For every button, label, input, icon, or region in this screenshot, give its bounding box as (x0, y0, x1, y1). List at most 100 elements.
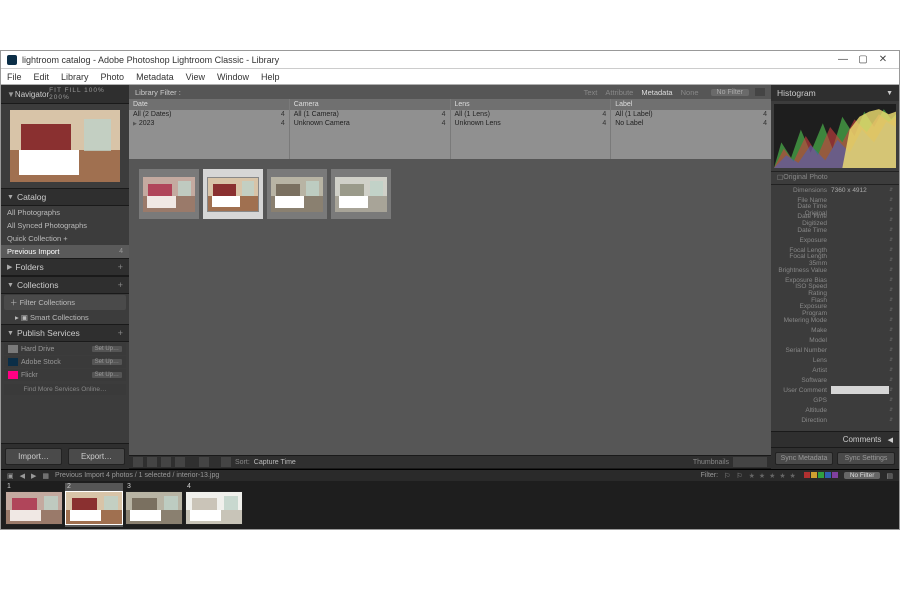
sync-settings-button[interactable]: Sync Settings (837, 452, 895, 465)
collections-filter-input[interactable]: ＋ Filter Collections (4, 295, 126, 310)
metadata-field-row[interactable]: Metering Mode⇵ (771, 315, 899, 325)
navigator-header[interactable]: ▼ Navigator FIT FILL 100% 200% (1, 85, 129, 104)
menu-metadata[interactable]: Metadata (136, 72, 174, 82)
add-publish-icon[interactable]: + (118, 328, 123, 338)
color-label-filter[interactable] (803, 472, 838, 480)
publish-service-item[interactable]: Adobe StockSet Up… (4, 356, 126, 368)
metadata-filter-row[interactable]: All (1 Label)4 (611, 110, 771, 119)
grid-cell[interactable] (267, 169, 327, 219)
menu-window[interactable]: Window (217, 72, 249, 82)
filmstrip-cell[interactable]: 4 (185, 483, 243, 527)
publish-header[interactable]: ▼ Publish Services + (1, 324, 129, 342)
add-collection-icon[interactable]: + (118, 280, 123, 290)
folders-header[interactable]: ▶ Folders + (1, 258, 129, 276)
thumbnail-size-slider[interactable] (733, 457, 767, 467)
metadata-field-row[interactable]: Brightness Value⇵ (771, 265, 899, 275)
metadata-field-row[interactable]: Lens⇵ (771, 355, 899, 365)
filter-tab-attribute[interactable]: Attribute (605, 88, 633, 97)
filmstrip-cell[interactable]: 2 (65, 483, 123, 527)
metadata-field-row[interactable]: Date Time⇵ (771, 225, 899, 235)
metadata-filter-row[interactable]: No Label4 (611, 119, 771, 128)
metadata-column-header[interactable]: Camera (290, 99, 450, 110)
color-label-chip[interactable] (818, 472, 824, 478)
minimize-button[interactable]: — (833, 54, 853, 65)
filter-preset[interactable]: No Filter (711, 89, 749, 96)
compare-view-icon[interactable] (161, 457, 171, 467)
grid-view[interactable] (129, 159, 771, 455)
filter-tab-text[interactable]: Text (584, 88, 598, 97)
color-label-chip[interactable] (832, 472, 838, 478)
color-label-chip[interactable] (804, 472, 810, 478)
metadata-column-header[interactable]: Date (129, 99, 289, 110)
filmstrip-cell[interactable]: 1 (5, 483, 63, 527)
collection-item[interactable]: ▸ ▣ Smart Collections (1, 311, 129, 324)
rating-filter[interactable]: ★ ★ ★ ★ ★ (749, 472, 797, 480)
filter-tab-metadata[interactable]: Metadata (641, 88, 672, 97)
menu-view[interactable]: View (186, 72, 205, 82)
find-more-services[interactable]: Find More Services Online… (4, 384, 126, 395)
metadata-column-header[interactable]: Label (611, 99, 771, 110)
comments-header[interactable]: Comments ◀ (771, 431, 899, 447)
filmstrip-nav-fwd-icon[interactable]: ▶ (31, 472, 36, 480)
filmstrip-breadcrumb[interactable]: Previous Import 4 photos / 1 selected / … (55, 472, 219, 479)
metadata-filter-row[interactable]: Unknown Camera4 (290, 119, 450, 128)
menu-file[interactable]: File (7, 72, 22, 82)
metadata-field-row[interactable]: Make⇵ (771, 325, 899, 335)
catalog-header[interactable]: ▼ Catalog (1, 188, 129, 206)
navigator-zoom[interactable]: FIT FILL 100% 200% (49, 87, 123, 101)
publish-service-item[interactable]: FlickrSet Up… (4, 369, 126, 381)
collections-header[interactable]: ▼ Collections + (1, 276, 129, 294)
close-button[interactable]: ✕ (873, 54, 893, 65)
maximize-button[interactable]: ▢ (853, 54, 873, 65)
metadata-filter-row[interactable]: ▶20234 (129, 119, 289, 128)
metadata-field-row[interactable]: Exposure⇵ (771, 235, 899, 245)
metadata-field-row[interactable]: ISO Speed Rating⇵ (771, 285, 899, 295)
filter-lock-icon[interactable]: ▤ (886, 472, 893, 480)
reject-icon[interactable]: ⚐ (736, 472, 742, 480)
grid-cell[interactable] (203, 169, 263, 219)
catalog-item[interactable]: All Photographs (1, 206, 129, 219)
filmstrip-nav-back-icon[interactable]: ◀ (20, 472, 25, 480)
navigator-preview[interactable] (10, 110, 120, 182)
grid-icon[interactable]: ▦ (42, 472, 49, 480)
menu-library[interactable]: Library (61, 72, 89, 82)
metadata-filter-row[interactable]: All (1 Lens)4 (451, 110, 611, 119)
menu-photo[interactable]: Photo (101, 72, 125, 82)
filter-tab-none[interactable]: None (681, 88, 699, 97)
grid-cell[interactable] (139, 169, 199, 219)
menu-help[interactable]: Help (261, 72, 280, 82)
stepper-icon[interactable]: ⇵ (889, 187, 895, 193)
painter-icon[interactable] (199, 457, 209, 467)
loupe-view-icon[interactable] (147, 457, 157, 467)
metadata-field-row[interactable]: Model⇵ (771, 335, 899, 345)
add-folder-icon[interactable]: + (118, 262, 123, 272)
histogram-header[interactable]: Histogram ▼ (771, 85, 899, 101)
publish-service-item[interactable]: Hard DriveSet Up… (4, 343, 126, 355)
survey-view-icon[interactable] (175, 457, 185, 467)
sort-direction-icon[interactable] (221, 457, 231, 467)
import-button[interactable]: Import… (5, 448, 62, 465)
filter-lock-icon[interactable] (755, 88, 765, 96)
metadata-field-row[interactable]: GPS⇵ (771, 395, 899, 405)
filmstrip-cell[interactable]: 3 (125, 483, 183, 527)
color-label-chip[interactable] (825, 472, 831, 478)
menu-edit[interactable]: Edit (34, 72, 50, 82)
metadata-field-row[interactable]: Exposure Program⇵ (771, 305, 899, 315)
metadata-column-header[interactable]: Lens (451, 99, 611, 110)
metadata-field-row[interactable]: User Comment⇵ (771, 385, 899, 395)
metadata-field-row[interactable]: Software⇵ (771, 375, 899, 385)
catalog-item[interactable]: All Synced Photographs (1, 219, 129, 232)
grid-view-icon[interactable] (133, 457, 143, 467)
metadata-field-row[interactable]: Altitude⇵ (771, 405, 899, 415)
metadata-field-row[interactable]: Serial Number⇵ (771, 345, 899, 355)
metadata-field-row[interactable]: Artist⇵ (771, 365, 899, 375)
metadata-field-row[interactable]: Direction⇵ (771, 415, 899, 425)
second-window-icon[interactable]: ▣ (7, 472, 14, 480)
metadata-field-row[interactable]: Focal Length 35mm⇵ (771, 255, 899, 265)
metadata-filter-row[interactable]: All (2 Dates)4 (129, 110, 289, 119)
flag-icon[interactable]: ⚐ (724, 472, 730, 480)
catalog-item[interactable]: Quick Collection + (1, 232, 129, 245)
grid-cell[interactable] (331, 169, 391, 219)
export-button[interactable]: Export… (68, 448, 125, 465)
catalog-item[interactable]: Previous Import4 (1, 245, 129, 258)
